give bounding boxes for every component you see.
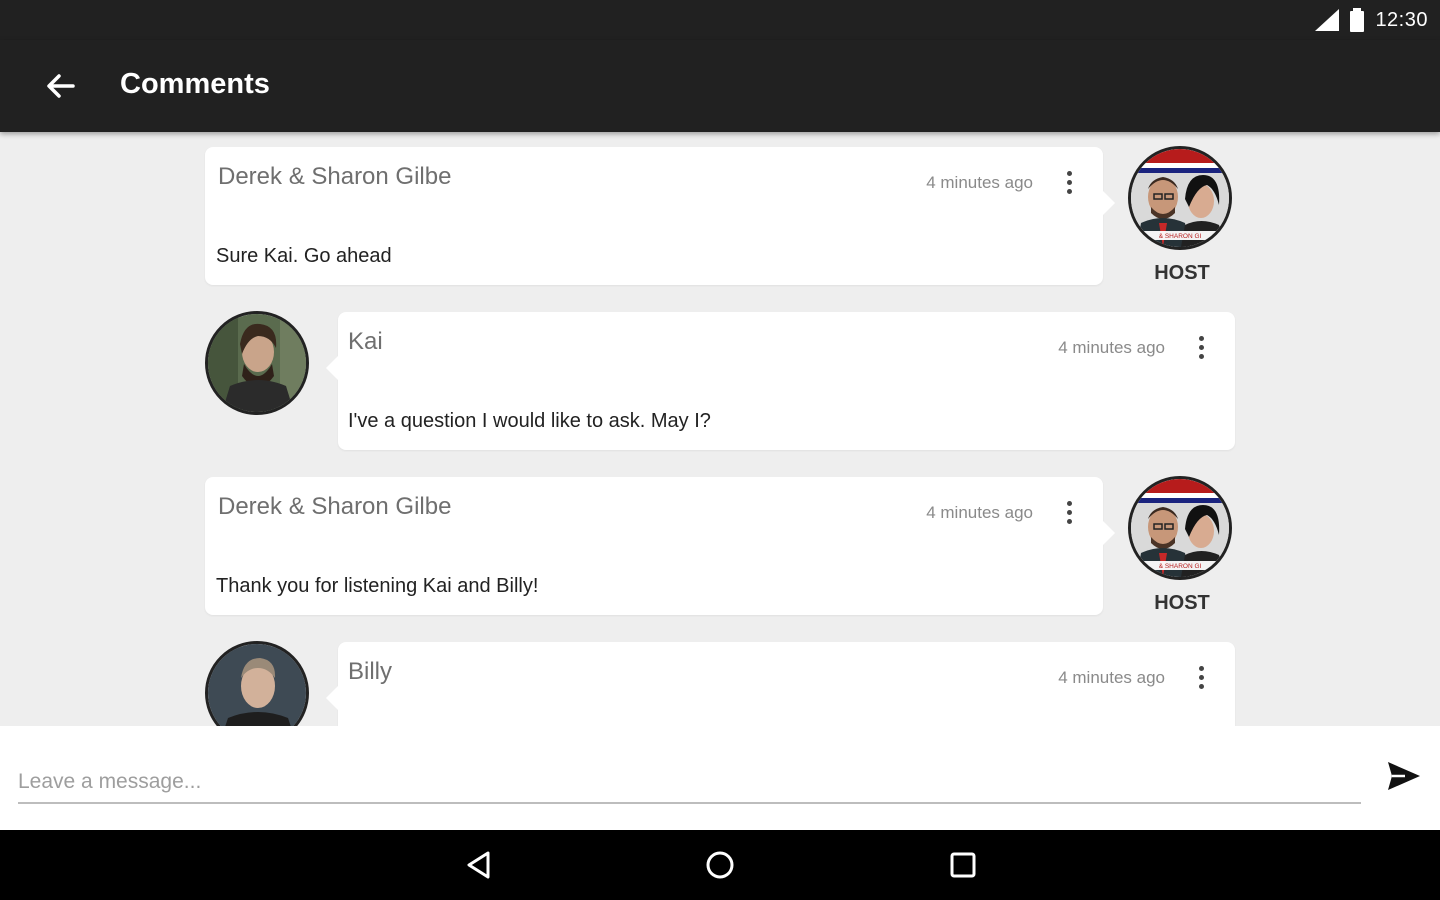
- comment-message: Sure Kai. Go ahead: [216, 245, 392, 267]
- back-button[interactable]: [36, 66, 84, 106]
- host-avatar[interactable]: & SHARON GI: [1128, 146, 1232, 250]
- message-composer: [0, 726, 1440, 830]
- system-nav-bar: [0, 830, 1440, 900]
- host-avatar[interactable]: & SHARON GI: [1128, 476, 1232, 580]
- back-triangle-icon: [467, 851, 490, 879]
- comment-card: Derek & Sharon Gilbe 4 minutes ago Thank…: [205, 477, 1115, 615]
- status-time: 12:30: [1375, 8, 1428, 31]
- comment-time: 4 minutes ago: [1058, 338, 1165, 357]
- host-label: HOST: [1154, 592, 1210, 614]
- avatar-caption: & SHARON GI: [1159, 233, 1202, 240]
- nav-home-button[interactable]: [700, 847, 740, 883]
- more-options-button[interactable]: [1057, 497, 1081, 527]
- status-bar: 12:30: [0, 0, 1440, 40]
- more-vert-icon: [1066, 170, 1072, 176]
- send-icon: [1388, 762, 1420, 790]
- comment-message: Thank you for listening Kai and Billy!: [216, 575, 539, 597]
- host-label: HOST: [1154, 262, 1210, 284]
- more-vert-icon: [1198, 665, 1204, 671]
- home-circle-icon: [706, 851, 734, 879]
- send-button[interactable]: [1382, 754, 1426, 798]
- user-avatar-kai[interactable]: [205, 311, 309, 415]
- signal-icon: [1315, 9, 1340, 31]
- app-bar: Comments: [0, 40, 1440, 132]
- comment-message: I've a question I would like to ask. May…: [348, 410, 711, 432]
- comment-time: 4 minutes ago: [926, 503, 1033, 522]
- comment-card: Derek & Sharon Gilbe 4 minutes ago Sure …: [205, 147, 1115, 285]
- comment-time: 4 minutes ago: [1058, 668, 1165, 687]
- more-options-button[interactable]: [1057, 167, 1081, 197]
- nav-back-button[interactable]: [458, 847, 498, 883]
- comment-time: 4 minutes ago: [926, 173, 1033, 192]
- comment-feed[interactable]: Derek & Sharon Gilbe 4 minutes ago Sure …: [0, 132, 1440, 726]
- message-input[interactable]: [18, 762, 1361, 804]
- comment-card: Billy 4 minutes ago: [326, 642, 1235, 726]
- page-title: Comments: [120, 68, 270, 100]
- more-options-button[interactable]: [1189, 332, 1213, 362]
- more-options-button[interactable]: [1189, 662, 1213, 692]
- comment-author: Billy: [348, 658, 393, 685]
- recents-square-icon: [950, 852, 976, 878]
- comment-card: Kai 4 minutes ago I've a question I woul…: [326, 312, 1235, 450]
- nav-recents-button[interactable]: [943, 847, 983, 883]
- user-avatar-billy[interactable]: [205, 641, 309, 726]
- battery-icon: [1350, 8, 1365, 32]
- comment-author: Derek & Sharon Gilbe: [218, 493, 452, 520]
- comment-author: Derek & Sharon Gilbe: [218, 163, 452, 190]
- status-icons: 12:30: [1315, 6, 1428, 34]
- more-vert-icon: [1066, 500, 1072, 506]
- comment-author: Kai: [348, 328, 383, 355]
- more-vert-icon: [1198, 335, 1204, 341]
- arrow-back-icon: [47, 74, 75, 98]
- avatar-caption: & SHARON GI: [1159, 563, 1202, 570]
